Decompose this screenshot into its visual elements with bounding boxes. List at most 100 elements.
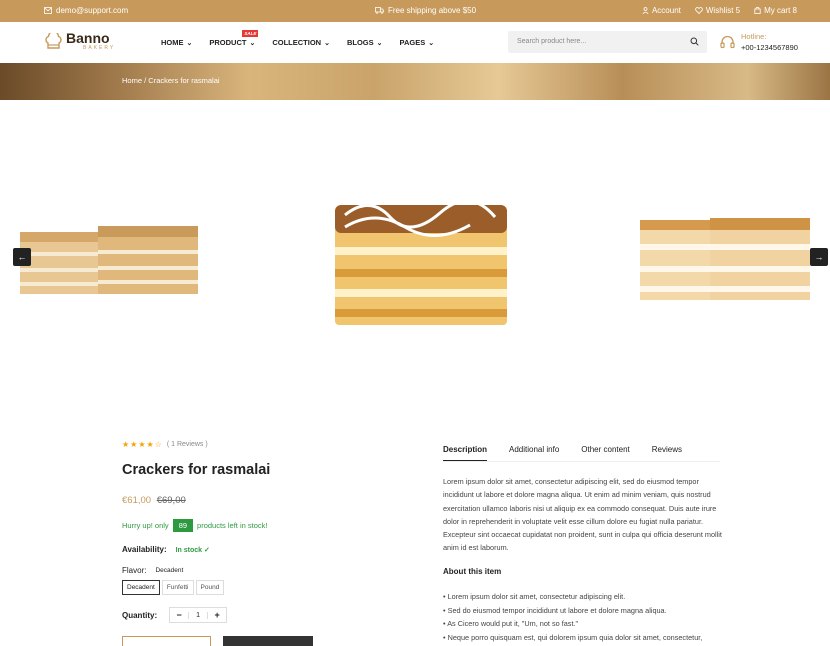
about-list: Lorem ipsum dolor sit amet, consectetur … [443,590,733,644]
account-label: Account [651,6,681,15]
cart-link[interactable]: My cart 8 [754,6,797,15]
flavor-option-decadent[interactable]: Decadent [122,580,160,595]
nav-item-pages[interactable]: PAGES ⌄ [400,38,435,47]
truck-icon [375,7,384,14]
nav-item-home[interactable]: HOME ⌄ [161,38,192,47]
mail-icon [44,7,52,14]
hurry-suffix: products left in stock! [197,521,268,530]
email-text: demo@support.com [56,6,129,15]
cake-image-right[interactable] [638,210,818,310]
gallery-prev-button[interactable]: ← [13,248,31,266]
search-placeholder: Search product here... [517,38,587,45]
gallery-next-button[interactable]: → [810,248,828,266]
star-icon: ★ [138,440,146,449]
nav-item-collection[interactable]: COLLECTION ⌄ [272,38,330,47]
main-header: Banno BAKERY HOME ⌄ PRODUCT ⌄ SALE COLLECTI… [0,22,830,63]
product-title: Crackers for rasmalai [122,462,271,478]
arrow-right-icon: → [814,252,824,262]
product-rating: ★ ★ ★ ★ ☆ ( 1 Reviews ) [122,440,422,449]
search-input[interactable]: Search product here... [508,31,707,53]
flavor-option-pound[interactable]: Pound [195,580,225,595]
cart-label: My cart 8 [764,6,797,15]
chef-hat-icon [45,32,62,49]
hotline-number: +00-1234567890 [741,43,798,52]
buy-now-button[interactable] [223,636,313,646]
shipping-text: Free shipping above $50 [388,6,477,15]
flavor-option-funfetti[interactable]: Funfetti [161,580,194,595]
wishlist-label: Wishlist 5 [705,6,741,15]
availability-label: Availability: [122,545,167,554]
about-title: About this item [443,567,502,576]
headset-icon [720,35,735,48]
quantity-stepper: − 1 + [169,607,228,623]
cart-icon [754,7,761,14]
brand-tagline: BAKERY [83,45,116,51]
check-icon: ✓ [204,546,210,554]
brand-name: Banno [66,30,110,46]
chevron-down-icon: ⌄ [249,39,256,47]
star-icon: ★ [130,440,138,449]
product-price: €61,00 €69,00 [122,495,422,506]
breadcrumb-current: Crackers for rasmalai [148,76,220,85]
stock-alert: Hurry up! only 89 products left in stock… [122,519,422,532]
tab-other-content[interactable]: Other content [581,445,629,454]
search-icon[interactable] [690,37,699,46]
hotline[interactable]: Hotline: +00-1234567890 [720,31,798,53]
review-count[interactable]: ( 1 Reviews ) [167,441,208,448]
flavor-row: Flavor: Decadent [122,566,422,575]
minus-button[interactable]: − [170,610,188,620]
list-item: Lorem ipsum dolor sit amet, consectetur … [443,590,733,604]
list-item: Sed do eiusmod tempor incididunt ut labo… [443,604,733,618]
flavor-label: Flavor: [122,566,147,575]
current-price: €61,00 [122,495,152,506]
breadcrumb: Home / Crackers for rasmalai [122,76,220,85]
flavor-options: Decadent Funfetti Pound [122,580,422,595]
tab-description[interactable]: Description [443,445,488,461]
cake-image-main[interactable] [330,185,512,335]
tab-reviews[interactable]: Reviews [652,445,682,454]
chevron-down-icon: ⌄ [324,39,330,47]
support-email[interactable]: demo@support.com [44,6,128,15]
tab-additional-info[interactable]: Additional info [509,445,559,454]
nav-item-product[interactable]: PRODUCT ⌄ SALE [209,30,259,47]
account-link[interactable]: Account [642,6,681,15]
chevron-down-icon: ⌄ [428,39,435,47]
chevron-down-icon: ⌄ [186,39,193,47]
star-outline-icon: ☆ [154,440,162,449]
shipping-notice: Free shipping above $50 [375,6,476,15]
quantity-row: Quantity: − 1 + [122,607,422,623]
arrow-left-icon: ← [17,252,27,262]
quantity-input[interactable]: 1 [188,611,209,619]
cake-image-left[interactable] [8,210,213,305]
old-price: €69,00 [156,495,186,506]
page-banner: Home / Crackers for rasmalai [0,63,830,100]
flavor-selected: Decadent [155,567,184,574]
add-to-cart-button[interactable] [122,636,211,646]
product-tabs: Description Additional info Other conten… [443,440,720,462]
product-gallery: ← → [0,100,830,430]
breadcrumb-separator: / [144,76,147,85]
brand-logo[interactable]: Banno BAKERY [44,31,115,51]
chevron-down-icon: ⌄ [376,39,383,47]
star-icon: ★ [146,440,154,449]
stock-count: 89 [172,519,194,532]
availability-value: In stock ✓ [175,546,210,554]
product-info: ★ ★ ★ ★ ☆ ( 1 Reviews ) Crackers for ras… [122,440,422,623]
breadcrumb-home[interactable]: Home [122,76,142,85]
list-item: Neque porro quisquam est, qui dolorem ip… [443,631,733,645]
list-item: As Cicero would put it, "Um, not so fast… [443,617,733,631]
top-bar: demo@support.com Free shipping above $50… [0,0,830,22]
description-text: Lorem ipsum dolor sit amet, consectetur … [443,477,722,553]
user-icon [642,7,649,14]
hotline-label: Hotline: [741,32,767,41]
main-nav: HOME ⌄ PRODUCT ⌄ SALE COLLECTION ⌄ BLOGS ⌄ PA… [161,30,435,47]
hurry-prefix: Hurry up! only [122,521,169,530]
star-icon: ★ [122,440,130,449]
heart-icon [695,7,703,14]
availability: Availability: In stock ✓ [122,545,422,554]
plus-button[interactable]: + [208,610,226,620]
sale-badge: SALE [242,30,259,37]
nav-item-blogs[interactable]: BLOGS ⌄ [347,38,383,47]
quantity-label: Quantity: [122,610,158,620]
wishlist-link[interactable]: Wishlist 5 [695,6,740,15]
